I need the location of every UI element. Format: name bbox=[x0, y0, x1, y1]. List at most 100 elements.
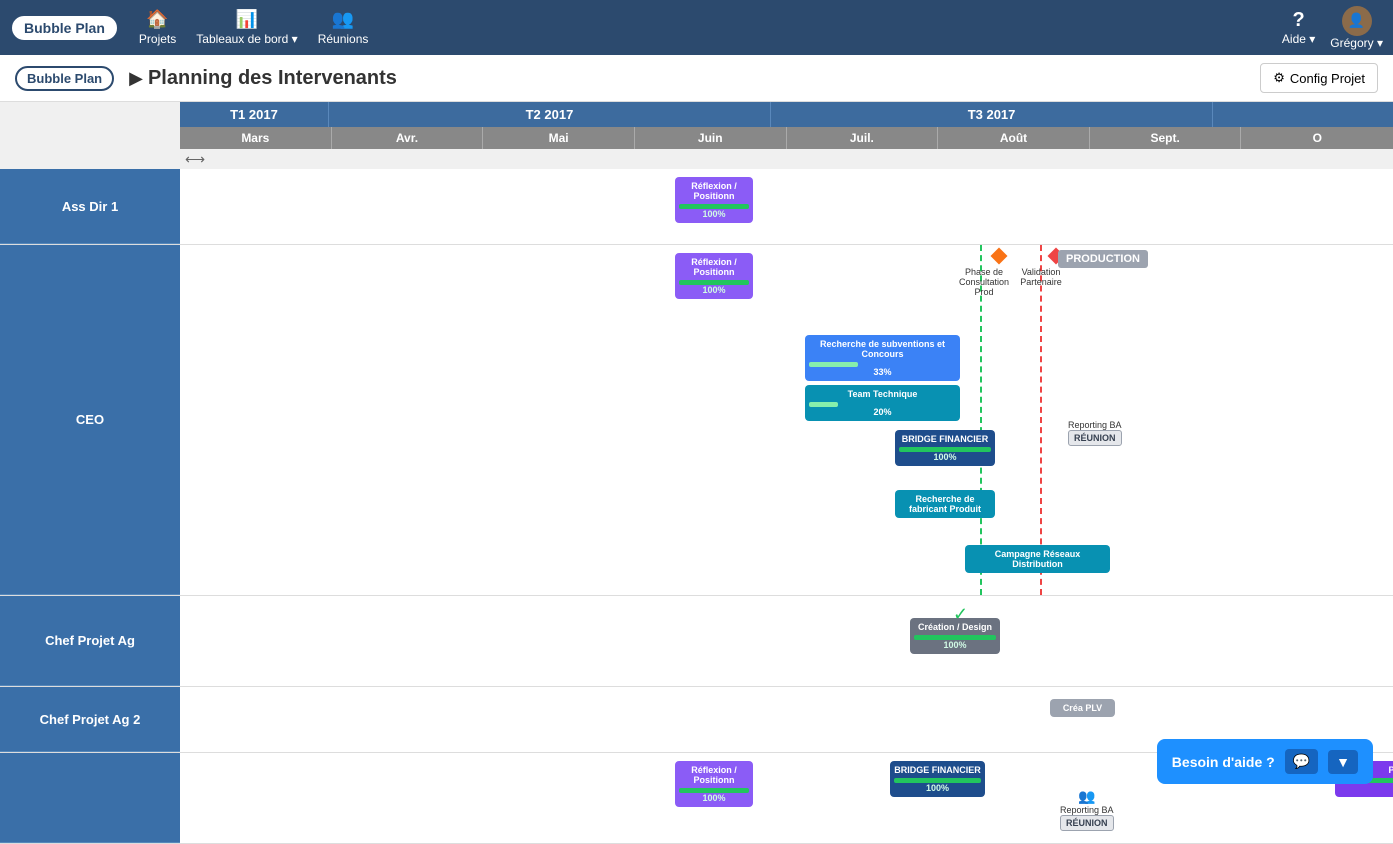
quarter-t1: T1 2017 bbox=[180, 102, 329, 127]
reunion-badge: RÉUNION bbox=[1068, 430, 1122, 446]
nav-items: 🏠 Projets 📊 Tableaux de bord ▾ 👥 Réunion… bbox=[139, 9, 1282, 46]
config-projet-button[interactable]: ⚙ Config Projet bbox=[1260, 63, 1378, 93]
top-navigation: Bubble Plan 🏠 Projets 📊 Tableaux de bord… bbox=[0, 0, 1393, 55]
label-ceo: CEO bbox=[0, 245, 180, 595]
task-label: Réflexion / Positionn bbox=[679, 257, 749, 277]
help-label: Besoin d'aide ? bbox=[1172, 754, 1275, 770]
production-label: PRODUCTION bbox=[1058, 250, 1148, 268]
nav-tableaux[interactable]: 📊 Tableaux de bord ▾ bbox=[196, 9, 297, 46]
task-recherche-fabricant[interactable]: Recherche de fabricant Produit bbox=[895, 490, 995, 518]
reunions-icon: 👥 bbox=[332, 9, 354, 30]
reunion-badge-bottom: RÉUNION bbox=[1060, 815, 1114, 831]
user-label: Grégory ▾ bbox=[1330, 36, 1383, 50]
task-label: Réflexion / Positionn bbox=[679, 181, 749, 201]
config-btn-label: Config Projet bbox=[1290, 71, 1365, 86]
avatar: 👤 bbox=[1342, 6, 1372, 36]
progress-label: 100% bbox=[899, 452, 991, 462]
projets-icon: 🏠 bbox=[146, 9, 168, 30]
month-juil: Juil. bbox=[787, 127, 939, 149]
task-reflexion-ceo[interactable]: Réflexion / Positionn 100% bbox=[675, 253, 753, 299]
help-chat-button[interactable]: 💬 bbox=[1285, 749, 1318, 774]
task-crea-plv[interactable]: Créa PLV bbox=[1050, 699, 1115, 717]
content-chef-projet-ag: ✓ Création / Design 100% bbox=[180, 596, 1393, 686]
month-sept: Sept. bbox=[1090, 127, 1242, 149]
milestone-diamond-orange bbox=[990, 248, 1007, 265]
month-mars: Mars bbox=[180, 127, 332, 149]
content-assdir1: Réflexion / Positionn 100% bbox=[180, 169, 1393, 244]
label-chef-projet-ag2: Chef Projet Ag 2 bbox=[0, 687, 180, 752]
nav-right: ? Aide ▾ 👤 Grégory ▾ bbox=[1282, 6, 1383, 50]
task-team-technique[interactable]: Team Technique 20% bbox=[805, 385, 960, 421]
task-label: Créa PLV bbox=[1054, 703, 1111, 713]
task-reflexion-assdir1[interactable]: Réflexion / Positionn 100% bbox=[675, 177, 753, 223]
scroll-row: ⟷ bbox=[180, 149, 1393, 169]
check-icon: ✓ bbox=[953, 604, 968, 625]
task-label: Campagne Réseaux Distribution bbox=[969, 549, 1106, 569]
progress-label: 100% bbox=[894, 783, 981, 793]
row-ceo: CEO Réflexion / Positionn 100% Phase de … bbox=[0, 245, 1393, 596]
page-title: Planning des Intervenants bbox=[148, 67, 1260, 90]
help-expand-button[interactable]: ▼ bbox=[1328, 750, 1358, 774]
reunion-reporting-bottom: 👥 Reporting BA RÉUNION bbox=[1060, 788, 1114, 831]
progress-label: 100% bbox=[1339, 783, 1393, 793]
content-ceo: Réflexion / Positionn 100% Phase de Cons… bbox=[180, 245, 1393, 595]
task-bridge-financier-ceo[interactable]: BRIDGE FINANCIER 100% bbox=[895, 430, 995, 466]
dashed-line-red bbox=[1040, 245, 1042, 595]
progress-label: 20% bbox=[809, 407, 956, 417]
progress-label: 100% bbox=[679, 209, 749, 219]
task-recherche-subventions[interactable]: Recherche de subventions et Concours 33% bbox=[805, 335, 960, 381]
logo-arrow: ▶ bbox=[129, 68, 143, 89]
nav-projets[interactable]: 🏠 Projets bbox=[139, 9, 176, 46]
month-oct: O bbox=[1241, 127, 1393, 149]
month-aout: Août bbox=[938, 127, 1090, 149]
quarters-row: T1 2017 T2 2017 T3 2017 bbox=[180, 102, 1393, 127]
label-bottom bbox=[0, 753, 180, 843]
brand-logo[interactable]: Bubble Plan bbox=[10, 14, 119, 42]
reporting-ba-label-bottom: Reporting BA bbox=[1060, 805, 1114, 815]
progress-label: 100% bbox=[679, 793, 749, 803]
people-icon: 👥 bbox=[1060, 788, 1114, 805]
milestone-label-red: Validation Partenaire bbox=[1006, 267, 1076, 287]
label-assdir1: Ass Dir 1 bbox=[0, 169, 180, 244]
quarter-t3: T3 2017 bbox=[771, 102, 1213, 127]
task-label: Team Technique bbox=[809, 389, 956, 399]
nav-tableaux-label: Tableaux de bord ▾ bbox=[196, 32, 297, 46]
task-label: Réflexion / Positionn bbox=[679, 765, 749, 785]
page-logo: Bubble Plan bbox=[15, 66, 114, 91]
progress-label: 100% bbox=[914, 640, 996, 650]
nav-aide[interactable]: ? Aide ▾ bbox=[1282, 9, 1315, 46]
reunion-reporting-ba: Reporting BA RÉUNION bbox=[1068, 420, 1122, 446]
nav-reunions[interactable]: 👥 Réunions bbox=[318, 9, 369, 46]
task-bridge-financier-bottom[interactable]: BRIDGE FINANCIER 100% bbox=[890, 761, 985, 797]
tableaux-icon: 📊 bbox=[236, 9, 258, 30]
task-label: Recherche de fabricant Produit bbox=[899, 494, 991, 514]
row-assdir1: Ass Dir 1 Réflexion / Positionn 100% bbox=[0, 169, 1393, 245]
progress-label: 33% bbox=[809, 367, 956, 377]
month-juin: Juin bbox=[635, 127, 787, 149]
page-header: Bubble Plan ▶ Planning des Intervenants … bbox=[0, 55, 1393, 102]
task-campagne-reseaux[interactable]: Campagne Réseaux Distribution bbox=[965, 545, 1110, 573]
months-row: Mars Avr. Mai Juin Juil. Août Sept. O bbox=[180, 127, 1393, 149]
gear-icon: ⚙ bbox=[1273, 70, 1285, 86]
nav-user[interactable]: 👤 Grégory ▾ bbox=[1330, 6, 1383, 50]
row-chef-projet-ag: Chef Projet Ag ✓ Création / Design 100% bbox=[0, 596, 1393, 687]
scroll-arrows: ⟷ bbox=[185, 151, 205, 168]
month-mai: Mai bbox=[483, 127, 635, 149]
timeline-container: T1 2017 T2 2017 T3 2017 Mars Avr. Mai Ju… bbox=[0, 102, 1393, 844]
quarter-t2: T2 2017 bbox=[329, 102, 771, 127]
task-label: BRIDGE FINANCIER bbox=[894, 765, 981, 775]
nav-projets-label: Projets bbox=[139, 32, 176, 46]
help-widget: Besoin d'aide ? 💬 ▼ bbox=[1157, 739, 1373, 784]
task-reflexion-bottom[interactable]: Réflexion / Positionn 100% bbox=[675, 761, 753, 807]
month-avr: Avr. bbox=[332, 127, 484, 149]
nav-reunions-label: Réunions bbox=[318, 32, 369, 46]
dashed-line-green bbox=[980, 245, 982, 595]
label-chef-projet-ag: Chef Projet Ag bbox=[0, 596, 180, 686]
progress-label: 100% bbox=[679, 285, 749, 295]
task-label: Recherche de subventions et Concours bbox=[809, 339, 956, 359]
aide-label: Aide ▾ bbox=[1282, 32, 1315, 46]
aide-icon: ? bbox=[1292, 9, 1304, 32]
task-label: BRIDGE FINANCIER bbox=[899, 434, 991, 444]
quarter-t4 bbox=[1213, 102, 1393, 127]
reporting-ba-label: Reporting BA bbox=[1068, 420, 1122, 430]
